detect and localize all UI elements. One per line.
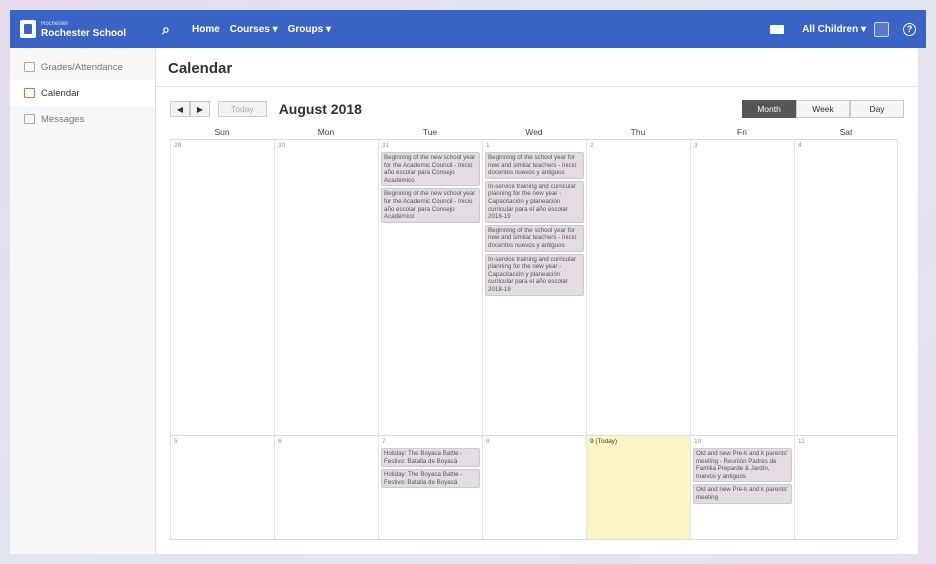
day-cell[interactable]: 4	[794, 140, 898, 435]
sidebar-item-grades[interactable]: Grades/Attendance	[10, 54, 155, 80]
calendar-event[interactable]: Beginning of the new school year for the…	[381, 152, 480, 187]
calendar-event[interactable]: In-service training and curricular plann…	[485, 180, 584, 223]
calendar-grid: Sun Mon Tue Wed Thu Fri Sat 29 30 31 Beg…	[170, 124, 898, 540]
day-number: 8	[486, 438, 490, 445]
day-cell[interactable]: 11	[794, 436, 898, 539]
top-navbar: Rochester Rochester School ⌕ Home Course…	[10, 10, 926, 48]
today-button[interactable]: Today	[218, 101, 267, 117]
nav-home[interactable]: Home	[192, 24, 220, 35]
day-cell[interactable]: 8	[482, 436, 586, 539]
school-crest-icon	[20, 20, 36, 38]
calendar-event[interactable]: In-service training and curricular plann…	[485, 253, 584, 296]
day-number: 11	[798, 438, 805, 445]
weekday-fri: Fri	[737, 127, 747, 137]
search-icon[interactable]: ⌕	[162, 21, 182, 38]
notifications-icon[interactable]	[874, 21, 889, 37]
logo-name: Rochester School	[41, 28, 127, 39]
calendar-toolbar: ◀ ▶ Today August 2018	[170, 100, 362, 118]
view-month-button[interactable]: Month	[742, 100, 796, 118]
day-number: 3	[694, 142, 698, 149]
calendar-event[interactable]: Old and new Pre-k and k parents' meeting	[693, 484, 792, 504]
calendar-event[interactable]: Holiday: The Boyaca Battle - Festivo: Ba…	[381, 448, 480, 468]
sidebar: Grades/Attendance Calendar Messages	[10, 48, 156, 554]
calendar-event[interactable]: Beginning of the school year for new and…	[485, 152, 584, 179]
day-number: 6	[278, 438, 282, 445]
view-switcher: Month Week Day	[742, 100, 904, 118]
day-number: 7	[382, 438, 386, 445]
day-number: 10	[694, 438, 702, 445]
main-content: Calendar ◀ ▶ Today August 2018 Month Wee…	[156, 48, 918, 554]
day-number: 5	[174, 438, 178, 445]
help-icon[interactable]: ?	[903, 22, 916, 36]
next-month-button[interactable]: ▶	[190, 101, 210, 117]
day-number: 30	[278, 142, 286, 149]
children-selector[interactable]: All Children ▾	[802, 24, 866, 35]
day-cell[interactable]: 30	[274, 140, 378, 435]
weekday-mon: Mon	[317, 127, 335, 137]
day-cell[interactable]: 3	[690, 140, 794, 435]
view-day-button[interactable]: Day	[850, 100, 904, 118]
sidebar-item-label: Messages	[41, 113, 85, 125]
calendar-icon	[24, 88, 35, 98]
day-number: 31	[382, 142, 390, 149]
calendar-event[interactable]: Beginning of the new school year for the…	[381, 188, 480, 223]
sidebar-item-label: Calendar	[41, 87, 80, 99]
calendar-event[interactable]: Holiday: The Boyaca Battle - Festivo: Ba…	[381, 469, 480, 489]
nav-groups[interactable]: Groups ▾	[288, 24, 331, 35]
day-cell[interactable]: 31 Beginning of the new school year for …	[378, 140, 482, 435]
sidebar-item-calendar[interactable]: Calendar	[10, 80, 155, 106]
sidebar-item-label: Grades/Attendance	[41, 61, 123, 73]
day-number: 29	[174, 142, 182, 149]
day-cell[interactable]: 5	[170, 436, 274, 539]
calendar-event[interactable]: Beginning of the school year for new and…	[485, 224, 584, 252]
weekday-sun: Sun	[214, 127, 230, 137]
grades-icon	[24, 62, 35, 72]
day-number: 1	[486, 142, 490, 149]
calendar-week: 29 30 31 Beginning of the new school yea…	[170, 140, 898, 436]
weekday-sat: Sat	[839, 127, 853, 137]
day-number: 9 (Today)	[590, 438, 618, 445]
day-cell-today[interactable]: 9 (Today)	[586, 436, 690, 539]
prev-month-button[interactable]: ◀	[170, 101, 190, 117]
divider	[156, 86, 918, 87]
weekday-tue: Tue	[422, 127, 438, 137]
calendar-event[interactable]: Old and new Pre-k and k parents' meeting…	[693, 448, 792, 483]
day-cell[interactable]: 10 Old and new Pre-k and k parents' meet…	[690, 436, 794, 539]
day-number: 2	[590, 142, 594, 149]
sidebar-item-messages[interactable]: Messages	[10, 106, 155, 132]
view-week-button[interactable]: Week	[796, 100, 850, 118]
calendar-week: 5 6 7 Holiday: The Boyaca Battle - Festi…	[170, 436, 898, 540]
day-cell[interactable]: 7 Holiday: The Boyaca Battle - Festivo: …	[378, 436, 482, 539]
messages-icon	[24, 114, 35, 124]
logo-small-text: Rochester	[41, 21, 69, 27]
day-cell[interactable]: 2	[586, 140, 690, 435]
day-number: 4	[798, 142, 802, 149]
page-title: Calendar	[168, 60, 233, 77]
day-cell[interactable]: 29	[170, 140, 274, 435]
school-logo[interactable]: Rochester Rochester School	[20, 20, 150, 39]
day-cell[interactable]: 6	[274, 436, 378, 539]
messages-icon[interactable]	[770, 24, 785, 34]
weekday-thu: Thu	[630, 127, 646, 137]
month-title: August 2018	[278, 101, 362, 117]
day-cell[interactable]: 1 Beginning of the school year for new a…	[482, 140, 586, 435]
nav-courses[interactable]: Courses ▾	[230, 24, 278, 35]
weekday-header: Sun Mon Tue Wed Thu Fri Sat	[170, 124, 898, 140]
weekday-wed: Wed	[525, 127, 543, 137]
